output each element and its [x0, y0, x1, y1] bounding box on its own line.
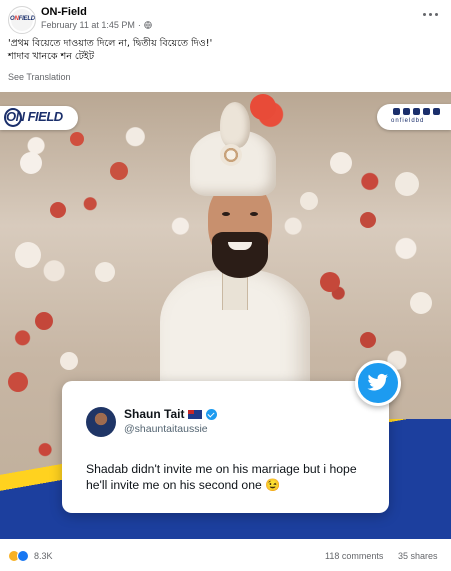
logo-text: ON FIELD — [6, 109, 63, 124]
groom-photo — [150, 102, 310, 400]
post-timestamp[interactable]: February 11 at 1:45 PM — [41, 20, 135, 30]
caption-line-1: 'প্রথম বিয়েতে দাওয়াত দিলে না, দ্বিতীয়… — [8, 38, 213, 49]
like-reaction-icon — [17, 550, 29, 562]
social-handle: onfieldbd — [391, 118, 425, 124]
verified-badge-icon — [206, 408, 218, 420]
tiktok-icon — [423, 108, 430, 115]
reaction-icons[interactable] — [8, 550, 29, 562]
page-avatar[interactable]: ONFIELD — [8, 6, 36, 34]
turban-brooch — [220, 144, 242, 166]
tweet-author-handle: @shauntaitaussie — [124, 423, 208, 435]
reaction-count[interactable]: 8.3K — [34, 551, 53, 561]
twitter-icon — [413, 108, 420, 115]
turban-plume — [220, 102, 250, 148]
more-options-icon[interactable] — [421, 8, 441, 20]
social-handles-badge: onfieldbd — [377, 104, 451, 130]
facebook-icon — [393, 108, 400, 115]
australia-flag-icon — [188, 409, 203, 419]
social-icons — [393, 108, 440, 115]
post-header: ONFIELD ON-Field February 11 at 1:45 PM … — [0, 0, 451, 34]
tweet-author-row: Shaun Tait — [124, 407, 218, 421]
instagram-icon — [403, 108, 410, 115]
avatar-logo: ONFIELD — [10, 16, 35, 22]
comments-count[interactable]: 118 comments — [325, 551, 383, 561]
globe-icon — [144, 21, 152, 29]
post-caption: 'প্রথম বিয়েতে দাওয়াত দিলে না, দ্বিতীয়… — [8, 38, 438, 63]
page-name-link[interactable]: ON-Field — [41, 6, 87, 18]
caption-line-2: শাদাব খানকে শন টেইট — [8, 50, 95, 62]
tweet-text: Shadab didn't invite me on his marriage … — [86, 462, 357, 492]
engagement-bar: 8.3K 118 comments 35 shares — [0, 539, 451, 571]
tweet-card: Shaun Tait @shauntaitaussie Shadab didn'… — [62, 381, 389, 513]
tweet-author-avatar — [86, 407, 116, 437]
right-eye — [250, 212, 258, 216]
shares-count[interactable]: 35 shares — [398, 551, 438, 561]
left-eye — [222, 212, 230, 216]
post-image[interactable]: ON FIELD onfieldbd Shaun Tait @shauntait… — [0, 92, 451, 539]
tweet-author-name: Shaun Tait — [124, 407, 185, 421]
see-translation-link[interactable]: See Translation — [8, 72, 71, 82]
meta-separator: · — [137, 20, 141, 30]
onfield-logo: ON FIELD — [0, 106, 78, 130]
beard — [212, 232, 268, 278]
youtube-icon — [433, 108, 440, 115]
twitter-bird-icon — [355, 360, 401, 406]
post-meta: February 11 at 1:45 PM · — [41, 20, 152, 30]
